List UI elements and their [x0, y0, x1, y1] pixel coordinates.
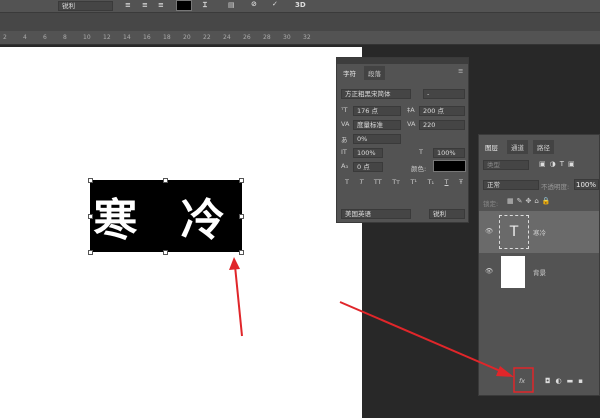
highlight-box — [513, 367, 534, 393]
annotation-overlay — [229, 257, 534, 393]
arrow-to-text — [234, 265, 243, 337]
arrow-to-fx — [339, 301, 506, 374]
arrowhead — [496, 366, 514, 377]
arrowhead — [229, 257, 240, 270]
